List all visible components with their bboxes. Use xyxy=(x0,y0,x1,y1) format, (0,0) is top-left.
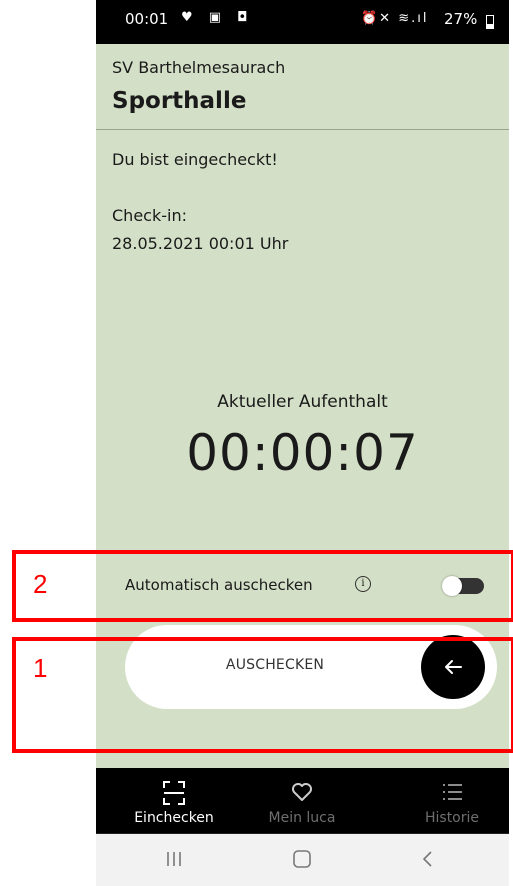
heart-icon xyxy=(292,783,312,801)
organization-name: SV Barthelmesaurach xyxy=(112,58,286,77)
bottom-navigation: Einchecken Mein luca Historie xyxy=(96,768,509,834)
nav-label-historie: Historie xyxy=(424,810,480,826)
battery-icon xyxy=(486,15,494,29)
nav-item-historie[interactable]: Historie xyxy=(392,768,512,834)
status-notification-icons: ♥ ▣ ◘ xyxy=(181,10,254,25)
nav-item-mein-luca[interactable]: Mein luca xyxy=(242,768,362,834)
battery-percent: 27% xyxy=(444,10,478,28)
nav-item-einchecken[interactable]: Einchecken xyxy=(114,768,234,834)
checkin-status: Du bist eingecheckt! xyxy=(112,150,278,169)
nav-label-einchecken: Einchecken xyxy=(134,810,214,826)
recent-apps-icon[interactable] xyxy=(162,848,186,870)
divider xyxy=(96,129,509,130)
back-icon[interactable] xyxy=(418,848,438,870)
status-bar: 00:01 ♥ ▣ ◘ ⏰✕ ≋.ıl 27% xyxy=(96,0,509,44)
current-stay-label: Aktueller Aufenthalt xyxy=(217,392,388,412)
status-time: 00:01 xyxy=(125,10,169,28)
annotation-label-2: 2 xyxy=(33,569,48,599)
system-navigation-bar xyxy=(96,834,509,886)
qr-scan-icon xyxy=(163,781,185,805)
checkin-time: 28.05.2021 00:01 Uhr xyxy=(112,234,289,253)
current-stay-timer: 00:00:07 xyxy=(186,424,419,482)
annotation-box-1 xyxy=(12,637,513,753)
annotation-box-2 xyxy=(12,550,513,622)
nav-label-mein-luca: Mein luca xyxy=(268,810,336,826)
home-icon[interactable] xyxy=(291,848,313,870)
phone-screen: 00:01 ♥ ▣ ◘ ⏰✕ ≋.ıl 27% SV Barthelmesaur… xyxy=(96,0,509,886)
status-system-icons: ⏰✕ ≋.ıl xyxy=(361,11,429,26)
checkin-label: Check-in: xyxy=(112,206,187,225)
venue-title: Sporthalle xyxy=(112,88,247,114)
list-icon xyxy=(443,784,462,800)
annotation-label-1: 1 xyxy=(33,653,48,683)
